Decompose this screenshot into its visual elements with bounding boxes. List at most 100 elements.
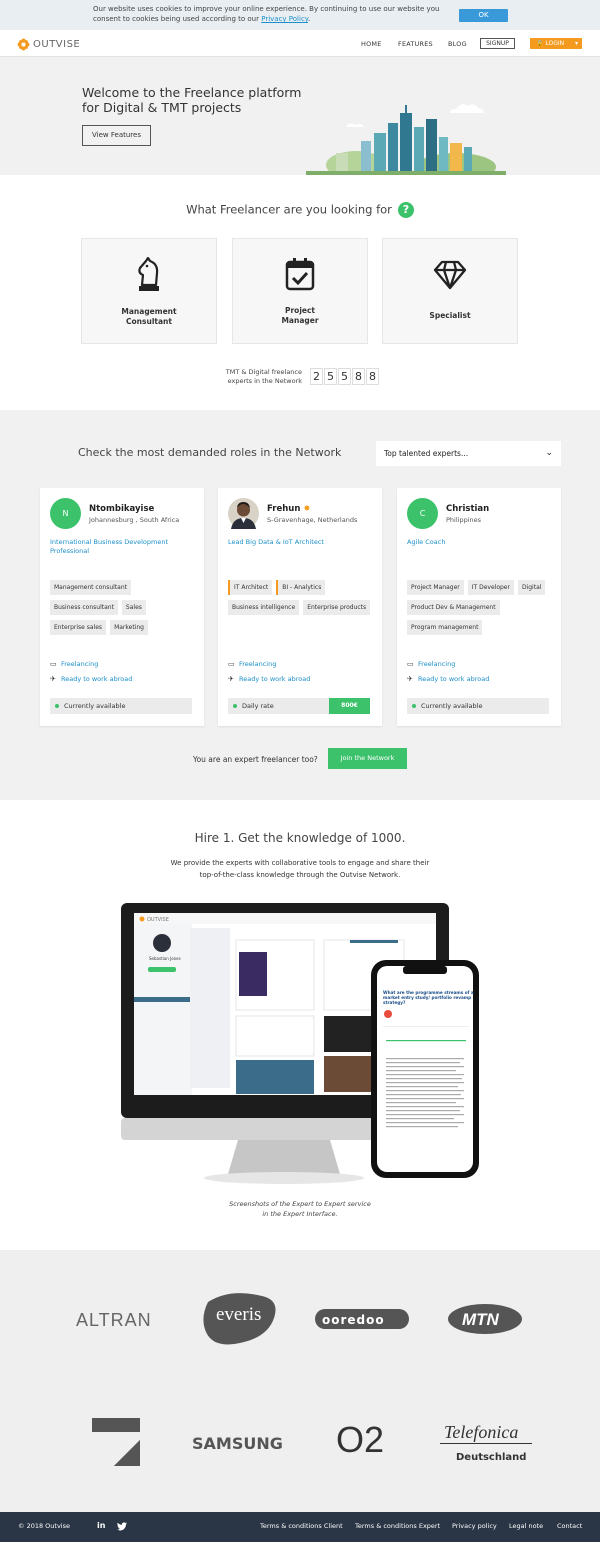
profile-availability: ▭ Freelancing ✈ Ready to work abroad [50, 657, 132, 687]
profile-location: Johannesburg , South Africa [89, 516, 180, 524]
o2-logo: O2 [336, 1419, 384, 1460]
status-badge: Currently available [407, 698, 549, 714]
hire-title: Hire 1. Get the knowledge of 1000. [194, 831, 406, 845]
profile-availability: ▭ Freelancing ✈ Ready to work abroad [228, 657, 310, 687]
outvise-logo[interactable]: OUTVISE [17, 38, 80, 51]
avatar [228, 498, 259, 529]
login-label: LOGIN [545, 40, 565, 47]
roles-title: Check the most demanded roles in the Net… [78, 446, 342, 459]
terms-expert-link[interactable]: Terms & conditions Expert [355, 1522, 440, 1530]
screenshot-caption: Screenshots of the Expert to Expert serv… [229, 1200, 371, 1218]
chess-knight-icon [138, 257, 159, 291]
login-button[interactable]: 🔒 LOGIN ▾ [530, 38, 582, 49]
chevron-down-icon: ▾ [574, 40, 578, 47]
skill-tag: Enterprise sales [50, 620, 107, 635]
profile-location: Philippines [446, 516, 482, 524]
chevron-down-icon: ⌄ [545, 448, 553, 458]
counter-digit: 5 [324, 368, 337, 385]
looking-for-title: What Freelancer are you looking for? [0, 202, 600, 218]
profile-location: S-Gravenhage, Netherlands [267, 516, 358, 524]
everis-logo: everis [203, 1293, 276, 1345]
mtn-logo: MTN [448, 1304, 522, 1334]
screen-brand-text: OUTVISE [147, 917, 169, 923]
cookie-ok-button[interactable]: OK [459, 9, 508, 22]
daily-rate-badge: Daily rate 800€ [228, 698, 370, 714]
linkedin-icon[interactable]: in [97, 1521, 105, 1530]
help-icon[interactable]: ? [397, 202, 414, 218]
profile-name: Ntombikayise [89, 504, 155, 514]
profile-card[interactable]: N Ntombikayise Johannesburg , South Afri… [40, 488, 204, 726]
profile-card[interactable]: C Christian Philippines Agile Coach Proj… [397, 488, 561, 726]
counter-digit: 8 [352, 368, 365, 385]
lock-icon: 🔒 [536, 40, 546, 47]
skill-tag: Sales [121, 600, 146, 615]
cookie-banner: Our website uses cookies to improve your… [0, 0, 600, 30]
hero-title: Welcome to the Freelance platform for Dig… [82, 85, 302, 115]
freelancer-type-specialist[interactable]: Specialist [382, 238, 518, 344]
plane-icon: ✈ [407, 675, 413, 683]
experts-count-label: TMT & Digital freelance experts in the Ne… [225, 368, 302, 385]
city-skyline-illustration [306, 104, 506, 175]
skill-tag: BI - Analytics [276, 580, 326, 595]
counter-digit: 8 [366, 368, 379, 385]
svg-text:O2: O2 [336, 1419, 384, 1460]
contact-link[interactable]: Contact [557, 1522, 582, 1530]
profile-availability: ▭ Freelancing ✈ Ready to work abroad [407, 657, 489, 687]
prosieben-logo [92, 1418, 140, 1466]
signup-button[interactable]: SIGNUP [480, 38, 515, 49]
counter-digit: 2 [310, 368, 323, 385]
profile-role: Lead Big Data & IoT Architect [228, 538, 324, 546]
profile-card[interactable]: Frehun ✸ S-Gravenhage, Netherlands Lead … [218, 488, 382, 726]
privacy-policy-link[interactable]: Privacy Policy [261, 15, 308, 23]
skill-tags: Project Manager IT Developer Digital Pro… [407, 580, 557, 635]
nav-blog-link[interactable]: BLOG [448, 40, 467, 48]
skill-tag: Marketing [110, 620, 148, 635]
nav-home-link[interactable]: HOME [361, 40, 382, 48]
nav-features-link[interactable]: FEATURES [398, 40, 433, 48]
skill-tags: IT Architect BI - Analytics Business int… [228, 580, 378, 615]
diamond-icon [433, 260, 467, 290]
skill-tag: Project Manager [407, 580, 464, 595]
skill-tag: Management consultant [50, 580, 131, 595]
skill-tag: Business intelligence [228, 600, 300, 615]
expert-filter-select[interactable]: Top talented experts... ⌄ [376, 441, 561, 466]
svg-text:ALTRAN: ALTRAN [76, 1310, 152, 1330]
status-badge: Currently available [50, 698, 192, 714]
legal-note-link[interactable]: Legal note [509, 1522, 543, 1530]
view-features-button[interactable]: View Features [82, 125, 151, 146]
skill-tag: Program management [407, 620, 483, 635]
skill-tags: Management consultant Business consultan… [50, 580, 200, 635]
skill-tag: Product Dev & Management [407, 600, 500, 615]
expert-question: You are an expert freelancer too? [193, 755, 318, 764]
demanded-roles-section: Check the most demanded roles in the Net… [0, 410, 600, 800]
select-value: Top talented experts... [384, 449, 469, 458]
plane-icon: ✈ [228, 675, 234, 683]
freelancer-type-management-consultant[interactable]: Management Consultant [81, 238, 217, 344]
svg-text:MTN: MTN [462, 1310, 500, 1329]
join-network-button[interactable]: Join the Network [328, 748, 407, 769]
calendar-check-icon [285, 258, 315, 291]
samsung-logo: SAMSUNG [192, 1434, 283, 1453]
svg-text:SAMSUNG: SAMSUNG [192, 1434, 283, 1453]
screen-user-name: Sebastian Jones [149, 956, 181, 961]
hire-subtitle: We provide the experts with collaborativ… [170, 859, 430, 879]
type-label: Specialist [429, 311, 471, 320]
freelancer-type-project-manager[interactable]: Project Manager [232, 238, 368, 344]
top-nav: OUTVISE HOME FEATURES BLOG SIGNUP 🔒 LOGI… [0, 30, 600, 57]
plane-icon: ✈ [50, 675, 56, 683]
brand-name: OUTVISE [33, 39, 81, 50]
avatar: N [50, 498, 81, 529]
rate-value: 800€ [329, 698, 370, 714]
type-label: Project Manager [281, 306, 319, 325]
skill-tag: Digital [517, 580, 546, 595]
skill-tag: IT Developer [467, 580, 514, 595]
svg-text:Deutschland: Deutschland [456, 1452, 526, 1463]
client-logos-section: ALTRAN everis ooredoo MTN SAMSUNG O2 Tel… [0, 1250, 600, 1512]
hero-section: Welcome to the Freelance platform for Dig… [0, 57, 600, 175]
privacy-policy-footer-link[interactable]: Privacy policy [452, 1522, 497, 1530]
twitter-icon[interactable] [117, 1522, 127, 1531]
svg-text:ooredoo: ooredoo [322, 1313, 385, 1327]
altran-logo: ALTRAN [76, 1310, 152, 1330]
devices-screenshot-illustration: OUTVISE Sebastian Jones What are the pro… [121, 903, 479, 1184]
terms-client-link[interactable]: Terms & conditions Client [260, 1522, 343, 1530]
